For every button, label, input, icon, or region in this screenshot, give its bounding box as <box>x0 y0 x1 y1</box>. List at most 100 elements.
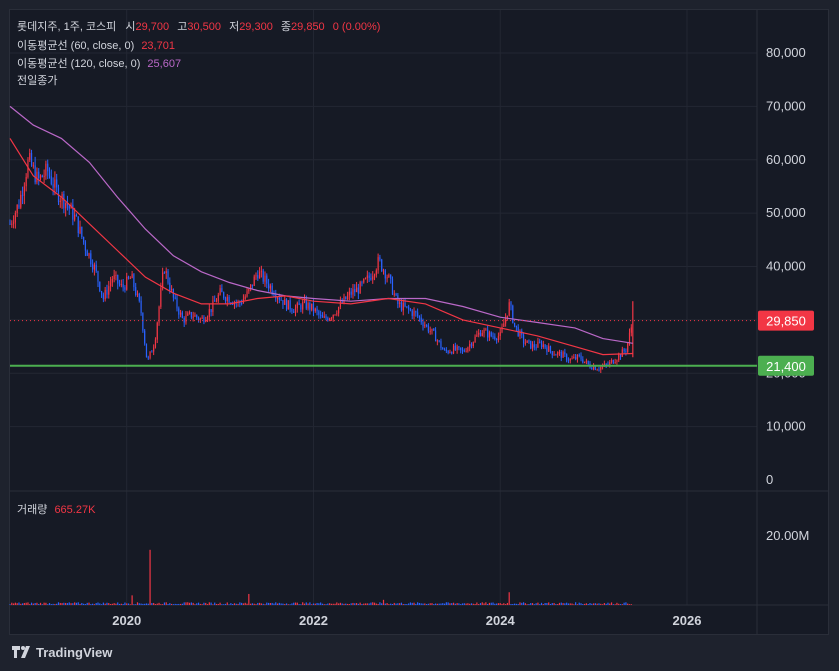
prev-close-legend[interactable]: 전일종가 <box>17 72 57 88</box>
candle-body <box>393 293 395 295</box>
candle-body <box>329 318 331 321</box>
candle-body <box>312 303 315 312</box>
candle-body <box>375 270 377 275</box>
volume-bar <box>291 603 293 605</box>
volume-bar <box>232 604 234 605</box>
candle-body <box>208 309 210 318</box>
volume-bar <box>463 603 465 605</box>
candle-body <box>293 311 295 313</box>
candle-body <box>126 276 128 290</box>
ma60-legend[interactable]: 이동평균선 (60, close, 0) 23,701 <box>17 37 175 53</box>
candle-body <box>97 271 99 282</box>
volume-bar <box>100 604 103 605</box>
volume-bar <box>27 602 29 605</box>
volume-bar <box>377 603 379 605</box>
candle-body <box>181 312 183 318</box>
volume-bar <box>346 603 349 605</box>
candle-body <box>321 314 324 318</box>
volume-bar <box>429 603 431 605</box>
candle-body <box>38 171 40 179</box>
candle-body <box>79 226 81 234</box>
candle-body <box>402 302 404 311</box>
candle-body <box>300 305 302 310</box>
candle-body <box>488 332 491 338</box>
volume-bar <box>18 602 20 605</box>
volume-bar <box>93 604 95 605</box>
volume-bar <box>12 603 15 605</box>
close-label: 종 <box>280 21 292 33</box>
candle-body <box>560 351 562 358</box>
candle-body <box>109 282 112 287</box>
candle-body <box>456 346 458 350</box>
volume-bar <box>241 602 243 605</box>
candle-body <box>433 328 435 331</box>
volume-bar <box>456 603 458 605</box>
volume-bar <box>325 604 327 605</box>
candle-body <box>196 315 198 318</box>
candle-body <box>452 345 455 354</box>
candle-body <box>29 152 31 160</box>
volume-bar <box>355 603 358 605</box>
ma120-legend[interactable]: 이동평균선 (120, close, 0) 25,607 <box>17 55 181 71</box>
volume-bar <box>39 602 42 605</box>
low-value: 29,300 <box>239 21 273 33</box>
volume-bar <box>185 602 187 605</box>
volume-bar <box>108 603 110 605</box>
candle-body <box>226 296 228 302</box>
volume-bar <box>176 604 178 605</box>
volume-bar <box>411 602 413 605</box>
volume-bar <box>72 603 74 605</box>
volume-bar <box>616 602 618 605</box>
volume-bar <box>223 604 225 605</box>
volume-bar <box>34 602 36 605</box>
volume-bar <box>296 602 298 605</box>
volume-legend[interactable]: 거래량 665.27K <box>17 501 95 517</box>
candle-body <box>472 342 474 347</box>
candle-body <box>140 300 142 313</box>
candle-body <box>163 272 166 274</box>
candle-body <box>221 288 223 293</box>
candle-body <box>580 355 582 360</box>
volume-bar <box>370 602 372 605</box>
candle-body <box>497 336 500 341</box>
volume-bar <box>591 603 593 605</box>
candle-body <box>533 344 535 348</box>
candle-body <box>167 271 169 283</box>
chart-canvas[interactable]: 80,00070,00060,00050,00040,00030,00020,0… <box>0 0 839 671</box>
volume-bar <box>312 603 315 605</box>
candle-body <box>481 333 483 336</box>
candle-body <box>320 314 322 316</box>
volume-bar <box>434 603 437 605</box>
volume-bar <box>382 599 385 605</box>
volume-bar <box>413 602 415 605</box>
volume-bar <box>438 603 440 605</box>
volume-bar <box>83 603 85 605</box>
volume-bar <box>397 603 399 605</box>
time-tick-label: 2020 <box>112 613 141 628</box>
candle-body <box>549 346 552 352</box>
tradingview-brand[interactable]: TradingView <box>12 645 112 660</box>
candle-body <box>598 369 600 371</box>
candle-body <box>185 315 187 323</box>
candle-body <box>171 289 173 291</box>
candle-body <box>298 303 300 306</box>
volume-bar <box>172 604 175 605</box>
volume-bar <box>38 603 40 605</box>
volume-bar <box>623 602 625 605</box>
candle-body <box>404 302 406 307</box>
volume-bar <box>628 604 631 605</box>
candle-body <box>539 341 541 343</box>
candle-body <box>77 216 79 234</box>
volume-bar <box>540 602 543 605</box>
volume-bar <box>205 602 207 605</box>
volume-bar <box>162 604 164 605</box>
volume-bar <box>257 602 259 605</box>
candle-body <box>86 250 88 256</box>
volume-bar <box>160 604 162 605</box>
candle-body <box>52 184 54 188</box>
candle-body <box>386 277 388 279</box>
volume-bar <box>562 603 564 605</box>
tradingview-logo-icon <box>12 645 32 660</box>
volume-bar <box>66 603 69 605</box>
volume-bar <box>9 604 11 605</box>
